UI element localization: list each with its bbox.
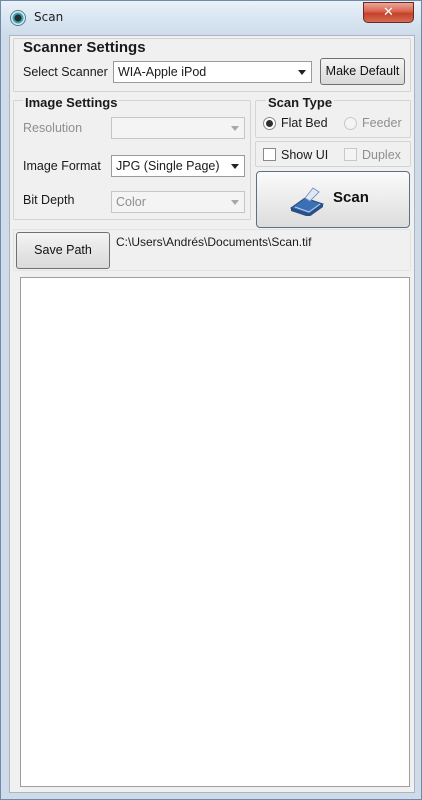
save-path-value: C:\Users\Andrés\Documents\Scan.tif <box>116 235 312 249</box>
close-icon: ✕ <box>383 5 394 20</box>
chevron-down-icon <box>231 126 239 131</box>
image-format-label: Image Format <box>23 159 101 173</box>
chevron-down-icon <box>298 70 306 75</box>
flatbed-label[interactable]: Flat Bed <box>281 116 328 130</box>
title-bar[interactable]: Scan ✕ <box>1 1 421 34</box>
feeder-label[interactable]: Feeder <box>362 116 402 130</box>
scan-preview-area <box>20 277 410 787</box>
image-settings-heading: Image Settings <box>23 95 120 110</box>
scan-button[interactable]: Scan <box>256 171 410 228</box>
image-format-select[interactable]: JPG (Single Page) <box>111 155 245 177</box>
scanner-app-icon <box>10 10 26 26</box>
scanner-select[interactable]: WIA-Apple iPod <box>113 61 312 83</box>
close-button[interactable]: ✕ <box>363 2 414 23</box>
scanner-settings-heading: Scanner Settings <box>23 39 146 56</box>
show-ui-label[interactable]: Show UI <box>281 148 328 162</box>
window-title: Scan <box>34 10 64 24</box>
make-default-button[interactable]: Make Default <box>320 58 405 85</box>
scan-type-heading: Scan Type <box>266 95 335 110</box>
feeder-radio[interactable] <box>344 117 357 130</box>
bit-depth-select[interactable]: Color <box>111 191 245 213</box>
scan-window: Scan ✕ Scanner Settings Select Scanner W… <box>0 0 422 800</box>
resolution-select[interactable] <box>111 117 245 139</box>
select-scanner-label: Select Scanner <box>23 65 108 79</box>
duplex-checkbox[interactable] <box>344 148 357 161</box>
chevron-down-icon <box>231 200 239 205</box>
bit-depth-label: Bit Depth <box>23 193 75 207</box>
scanner-icon <box>289 187 325 216</box>
resolution-label: Resolution <box>23 121 83 135</box>
flatbed-radio[interactable] <box>263 117 276 130</box>
show-ui-checkbox[interactable] <box>263 148 276 161</box>
scan-button-label: Scan <box>333 189 369 206</box>
chevron-down-icon <box>231 164 239 169</box>
duplex-label[interactable]: Duplex <box>362 148 401 162</box>
save-path-button[interactable]: Save Path <box>16 232 110 269</box>
client-area: Scanner Settings Select Scanner WIA-Appl… <box>9 35 415 793</box>
image-format-select-value: JPG (Single Page) <box>116 159 220 173</box>
scanner-select-value: WIA-Apple iPod <box>118 65 207 79</box>
bit-depth-select-value: Color <box>116 195 146 209</box>
